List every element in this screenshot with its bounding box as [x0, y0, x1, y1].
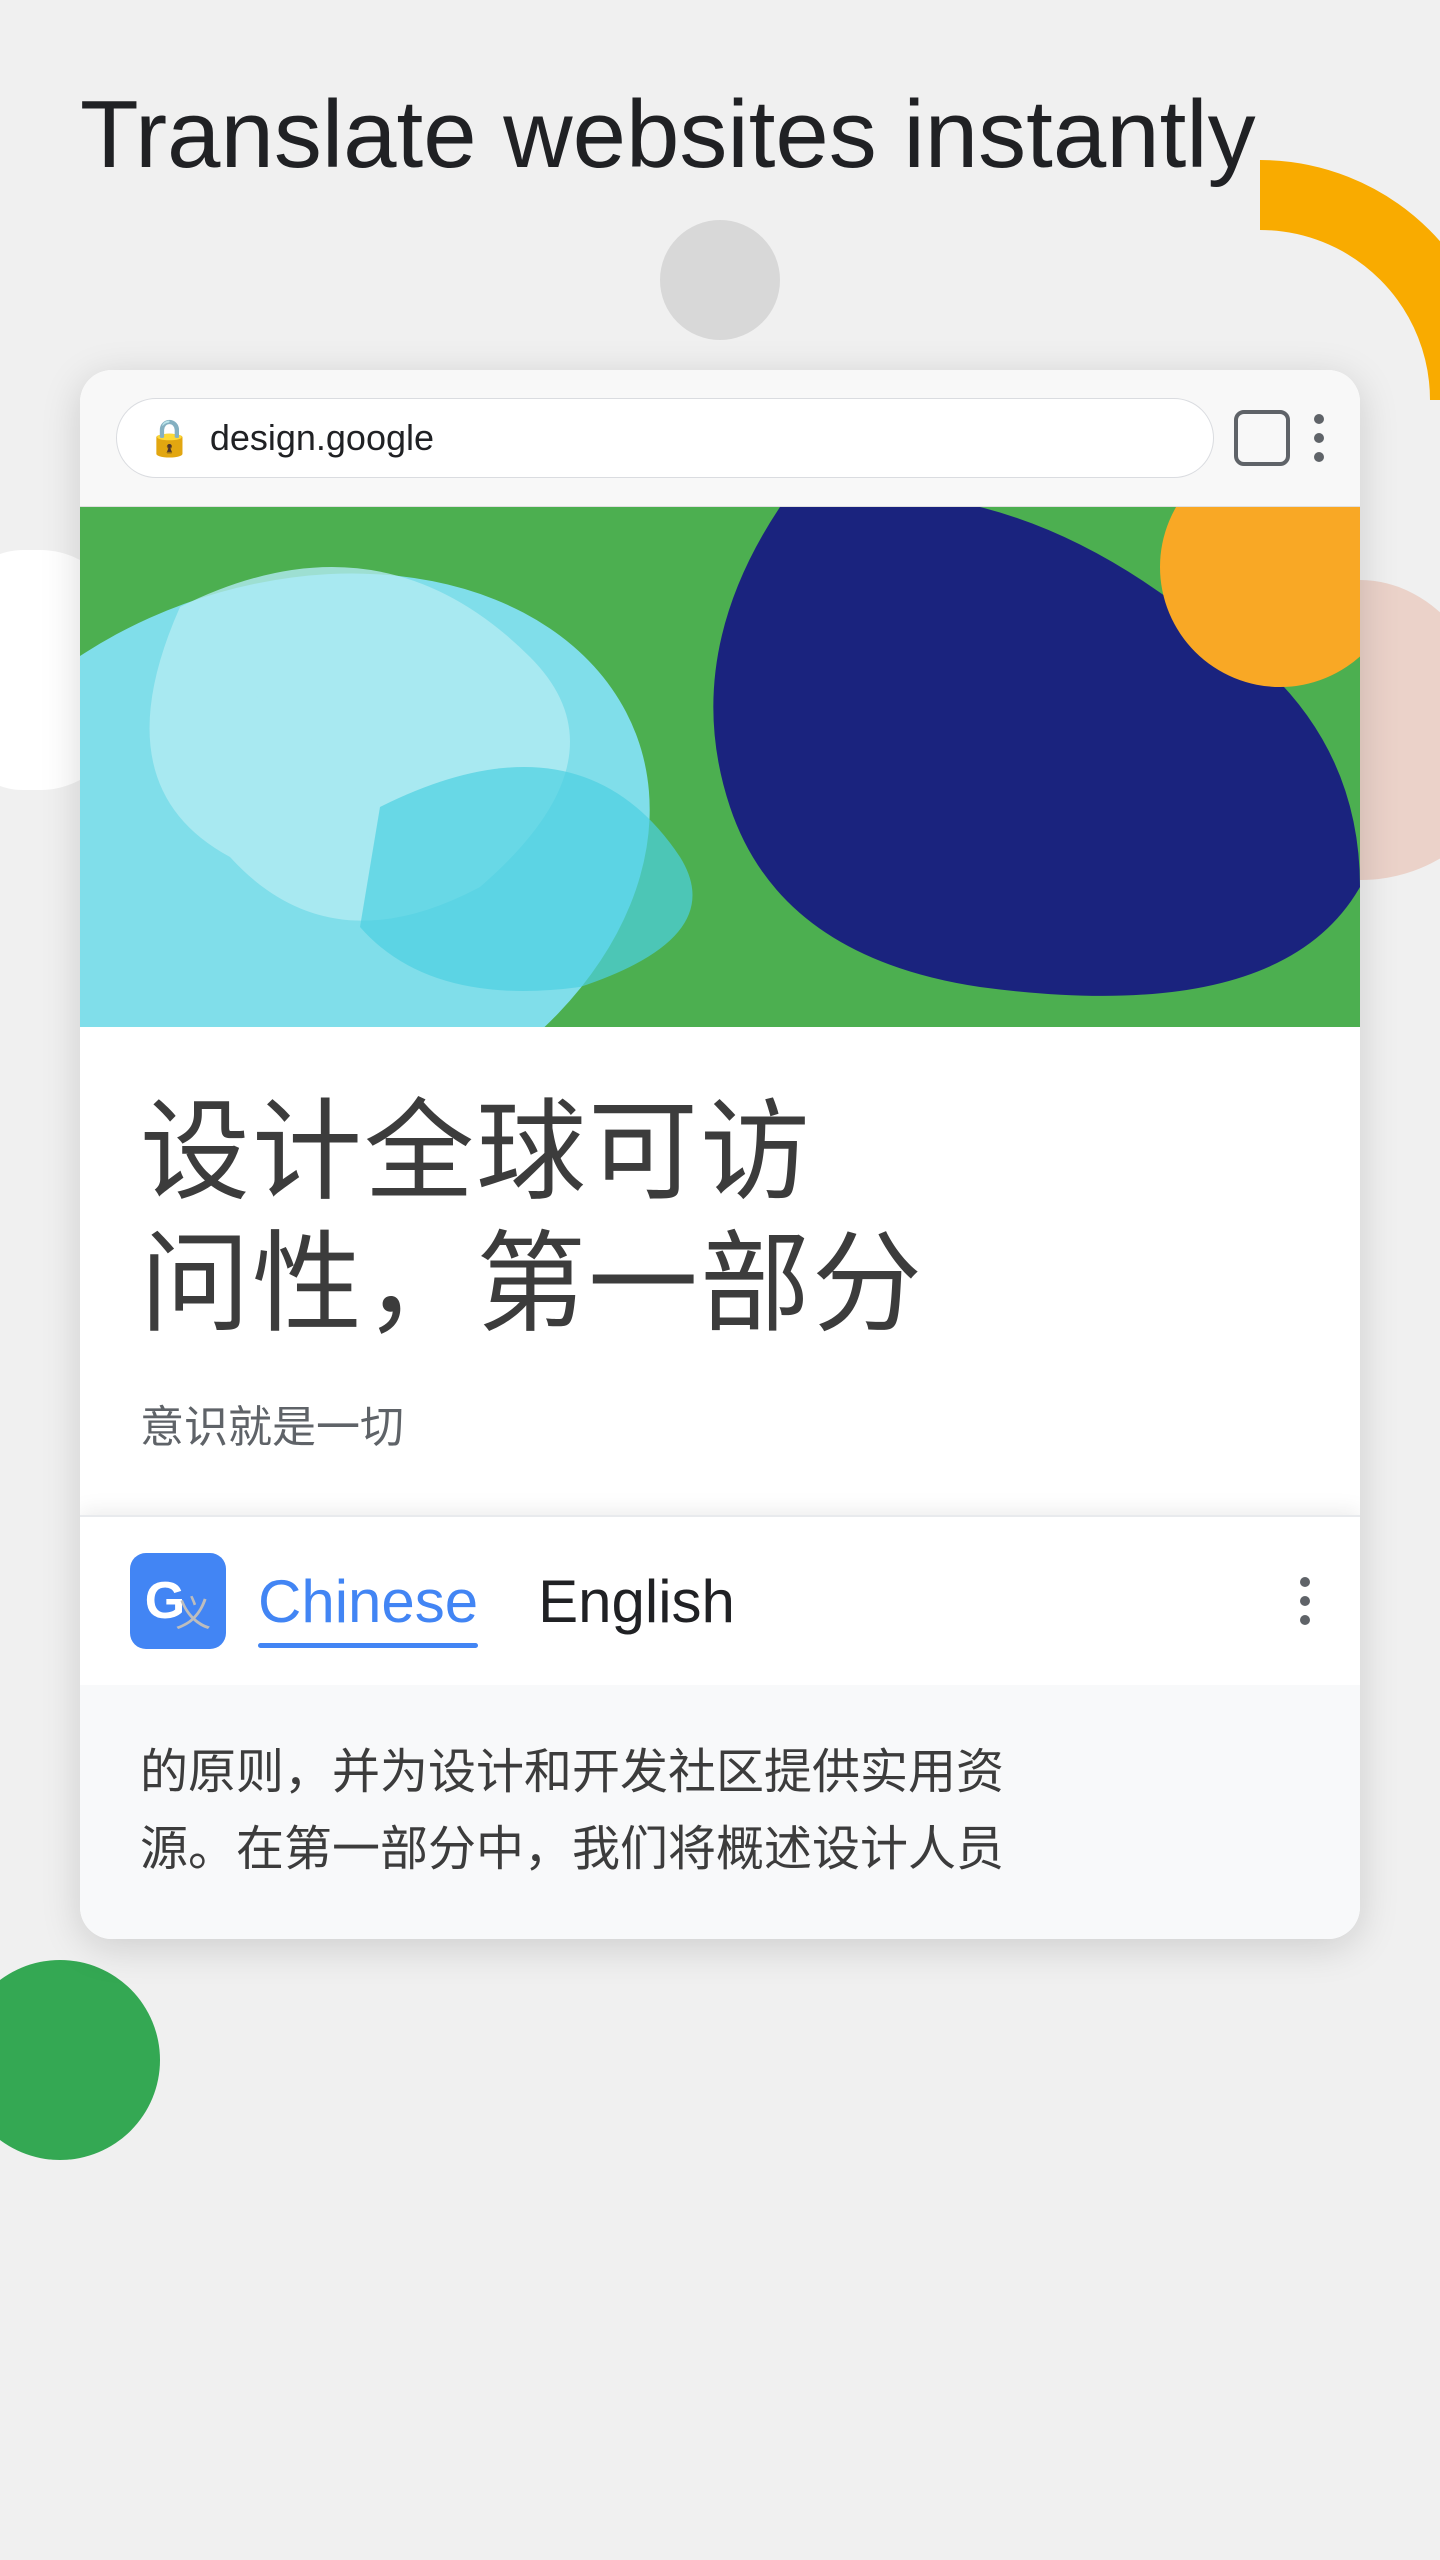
translate-target-language[interactable]: English: [538, 1567, 735, 1636]
chinese-headline: 设计全球可访 问性，第一部分: [140, 1087, 1300, 1351]
browser-menu-button[interactable]: [1314, 414, 1324, 462]
website-text-content: 设计全球可访 问性，第一部分 意识就是一切: [80, 1027, 1360, 1515]
browser-mockup-wrapper: 🔒 design.google: [80, 370, 1360, 1939]
page-content: Translate websites instantly 🔒 design.go…: [0, 0, 1440, 1939]
translate-more-button[interactable]: [1300, 1577, 1310, 1625]
website-banner-image: [80, 507, 1360, 1027]
translate-x-icon: 义: [175, 1585, 211, 1637]
browser-tab-icon[interactable]: [1234, 410, 1290, 466]
lock-icon: 🔒: [147, 417, 192, 459]
browser-mockup: 🔒 design.google: [80, 370, 1360, 1939]
google-translate-icon[interactable]: G 义: [130, 1553, 226, 1649]
chinese-subtitle: 意识就是一切: [140, 1391, 1300, 1455]
bottom-chinese-text: 的原则，并为设计和开发社区提供实用资 源。在第一部分中，我们将概述设计人员: [140, 1735, 1300, 1889]
bg-green-blob: [0, 1960, 160, 2160]
translate-bar: G 义 Chinese English: [80, 1515, 1360, 1685]
bottom-text-area: 的原则，并为设计和开发社区提供实用资 源。在第一部分中，我们将概述设计人员: [80, 1685, 1360, 1939]
browser-toolbar: 🔒 design.google: [80, 370, 1360, 507]
translate-source-language[interactable]: Chinese: [258, 1567, 478, 1636]
browser-actions: [1234, 410, 1324, 466]
browser-url-bar[interactable]: 🔒 design.google: [116, 398, 1214, 478]
page-title: Translate websites instantly: [0, 80, 1440, 190]
translate-languages: Chinese English: [258, 1567, 1268, 1636]
browser-url-text: design.google: [210, 417, 434, 459]
